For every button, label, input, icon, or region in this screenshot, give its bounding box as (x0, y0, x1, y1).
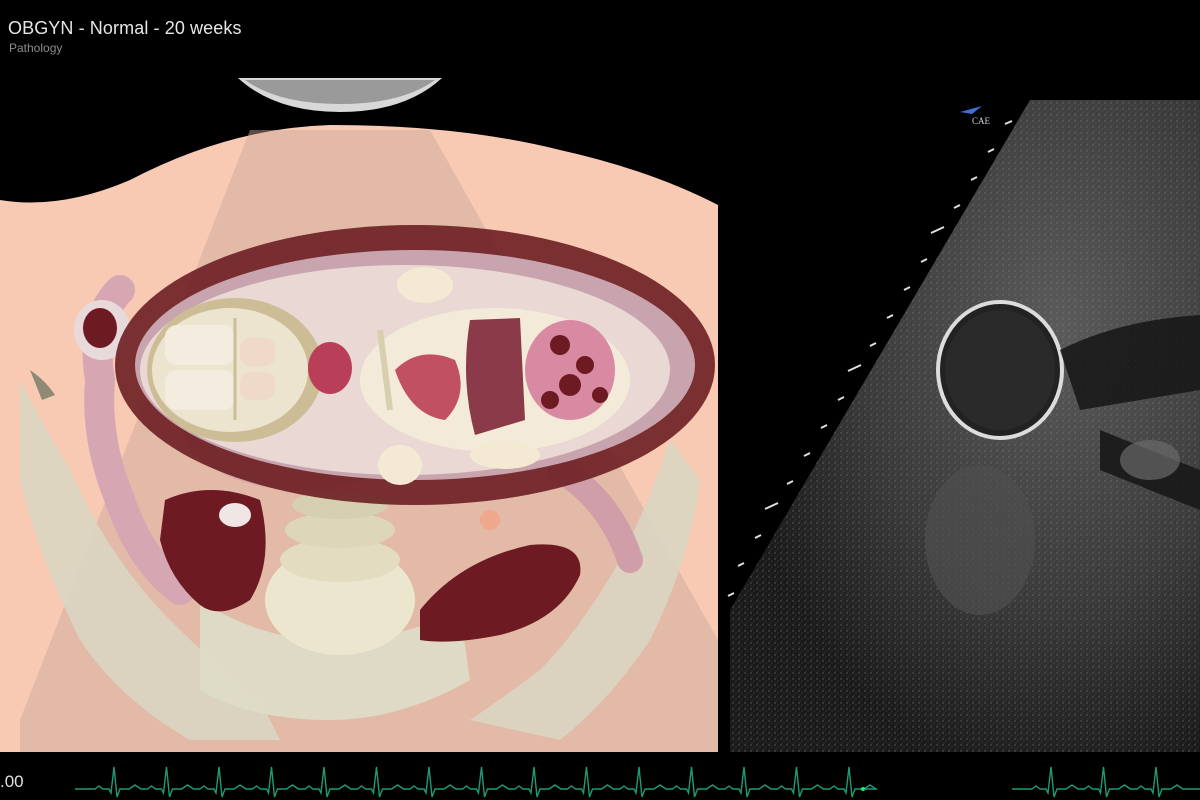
ecg-trace (75, 766, 1200, 798)
ultrasound-image-panel[interactable] (720, 90, 1200, 752)
case-title: OBGYN - Normal - 20 weeks (8, 18, 242, 38)
fetal-arm-lower (378, 445, 422, 485)
vital-value: .00 (0, 772, 24, 791)
fetal-liver (466, 318, 525, 435)
anatomy-3d-view[interactable] (0, 0, 720, 752)
orientation-arrow-icon (960, 106, 982, 114)
case-subtitle: Pathology (9, 41, 63, 55)
ultrasound-scan[interactable] (720, 90, 1200, 752)
us-fetal-body (925, 465, 1035, 615)
fetal-bowel (525, 320, 615, 420)
fetal-head (147, 298, 323, 442)
ecg-strip (0, 752, 1200, 800)
ecg-sweep-marker (861, 787, 865, 791)
ecg-waveform-continuation (1012, 766, 1200, 798)
ecg-waveform (75, 766, 879, 798)
fetal-torso (360, 308, 630, 452)
orientation-marker-label: CAE (972, 116, 990, 126)
simulator-screen: CAE OBGYN - Normal - 20 weeks Pathology … (0, 0, 1200, 800)
fetal-arm-upper (397, 267, 453, 303)
anatomy-render[interactable] (0, 0, 720, 752)
